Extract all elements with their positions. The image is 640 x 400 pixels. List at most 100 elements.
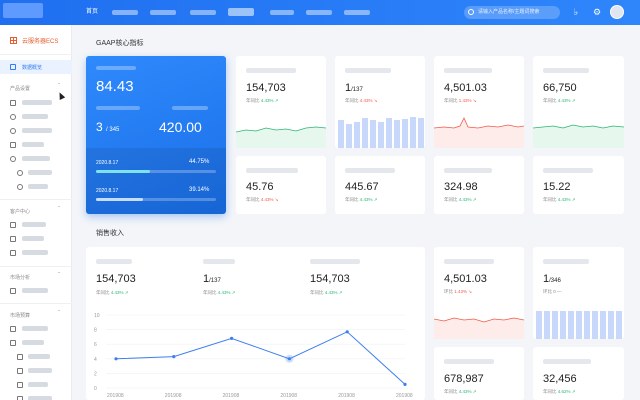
featured-amount: 420.00 [159,119,202,135]
featured-ratio: 3 / 345 [96,120,120,134]
kpi-value: 678,987 [444,373,484,385]
chevron-up-icon[interactable]: ˆ [58,84,60,90]
x-tick-label: 201908 [280,393,297,399]
chevron-up-icon[interactable]: ˆ [58,207,60,213]
sidebar-subitem-blurred[interactable] [28,382,48,387]
x-tick-label: 201908 [107,393,124,399]
kpi-value: 324.98 [444,181,478,193]
menu-icon [10,100,16,106]
kpi-card[interactable]: 4,501.03 年同比 1.43% ↘ [434,56,524,148]
product-title[interactable]: 云服务器ECS [10,36,58,45]
sidebar-item-blurred[interactable] [22,142,44,147]
sidebar-group-market-analysis[interactable]: 市场分析 [10,274,30,281]
nav-item-blurred[interactable] [306,10,332,15]
data-point[interactable] [403,382,407,386]
sparkline-area [533,124,624,148]
kpi-value: 15.22 [543,181,571,193]
sidebar-item-blurred[interactable] [22,100,52,105]
sidebar-item-blurred[interactable] [22,156,50,161]
sidebar-group-product-settings[interactable]: 产品设置 [10,85,30,92]
nav-home[interactable]: 首页 [86,0,98,25]
coin-icon [10,128,16,134]
sidebar-subitem-blurred[interactable] [28,368,52,373]
avatar[interactable] [610,5,624,19]
chevron-up-icon[interactable]: ˆ [58,273,60,279]
sub-item-icon [17,184,23,190]
data-point[interactable] [172,355,176,359]
nav-item-active[interactable] [228,8,254,16]
sidebar-item-blurred[interactable] [22,114,48,119]
kpi-card[interactable]: 324.98 年同比 4.43% ↗ [434,156,524,214]
side-kpi-card[interactable]: 1/346 环比 0 — [533,247,624,339]
users-icon [10,222,16,228]
kpi-card[interactable]: 1/137 年同比 4.43% ↘ [335,56,425,148]
divider [0,266,72,267]
sidebar-group-market-budget[interactable]: 市场预算 [10,312,30,319]
progress-bar-2 [96,198,216,201]
side-kpi-card[interactable]: 32,456 年同比 4.62% ↗ [533,347,624,400]
data-point[interactable] [230,336,234,340]
sub-item-icon [17,368,23,374]
data-point[interactable] [287,357,291,361]
nav-item-blurred[interactable] [190,10,216,15]
side-kpi-card[interactable]: 678,987 年同比 4.43% ↗ [434,347,524,400]
sidebar-item-blurred[interactable] [22,326,48,331]
y-tick-label: 0 [94,386,97,392]
side-kpi-card[interactable]: 4,501.03 环比 1.43% ↘ [434,247,524,339]
progress-bar-1-fill [96,170,150,173]
dashboard-icon [10,64,16,70]
nav-item-blurred[interactable] [270,10,294,15]
sales-chart-card[interactable]: 154,703 年同比 4.43% ↗ 1/137 年同比 4.43% ↗ 15… [86,247,425,400]
chevron-up-icon[interactable]: ˆ [58,311,60,317]
progress-2-date: 2020.8.17 [96,188,119,194]
sidebar-item-blurred[interactable] [22,222,46,227]
mini-bar-chart [536,311,622,339]
bell-icon[interactable]: ♭ [571,7,581,17]
y-tick-label: 8 [94,328,97,334]
sidebar-item-blurred[interactable] [22,288,48,293]
sidebar-subitem-blurred[interactable] [28,184,48,189]
search-icon [468,9,474,15]
circle-icon [10,114,16,120]
featured-main-value: 84.43 [96,78,134,95]
sidebar-subitem-blurred[interactable] [28,170,52,175]
sales-line-chart[interactable]: 0 2 4 6 8 10 201908 201908 201908 201908 201908 201… [86,247,425,400]
data-point[interactable] [114,357,118,361]
section-title-sales: 销售收入 [96,230,124,237]
sidebar-group-customer-center[interactable]: 客户中心 [10,208,30,215]
logo[interactable] [3,3,43,18]
series-line [115,331,406,385]
featured-kpi-card[interactable]: 84.43 3 / 345 420.00 2020.8.17 44.75% 20… [86,56,226,214]
sparkline-area [236,126,326,148]
y-tick-label: 10 [94,313,100,319]
nav-item-blurred[interactable] [150,10,176,15]
sub-item-icon [17,396,23,400]
top-navigation-bar: 首页 请输入产品名称/主题词搜索 ♭ ⚙ [0,0,640,25]
kpi-card[interactable]: 445.67 年同比 4.43% ↗ [335,156,425,214]
kpi-card[interactable]: 45.76 年同比 4.43% ↘ [236,156,326,214]
kpi-card[interactable]: 66,750 年同比 4.43% ↗ [533,56,624,148]
sidebar-subitem-blurred[interactable] [28,354,50,359]
sidebar-item-blurred[interactable] [22,128,52,133]
divider [0,199,72,200]
sidebar-item-blurred[interactable] [22,236,44,241]
sidebar-item-blurred[interactable] [22,250,48,255]
sidebar-subitem-blurred[interactable] [28,396,52,400]
gear-icon[interactable]: ⚙ [592,7,602,17]
data-point[interactable] [345,330,349,334]
sidebar-item-blurred[interactable] [22,340,44,345]
kpi-meta: 年同比 4.43% ↗ [444,197,477,202]
blurred-label [96,106,140,110]
kpi-card[interactable]: 15.22 年同比 4.43% ↗ [533,156,624,214]
share-icon [10,236,16,242]
y-tick-label: 6 [94,342,97,348]
nav-item-blurred[interactable] [112,10,138,15]
search-input[interactable]: 请输入产品名称/主题词搜索 [464,6,560,19]
sidebar: 云服务器ECS 数据概览 产品设置 ˆ 客户中心 ˆ 市场分析 ˆ 市场预算 ˆ [0,25,72,400]
section-title-gaap: GAAP核心指标 [96,40,144,47]
blurred-label [543,359,591,364]
progress-bar-1 [96,170,216,173]
kpi-meta: 年同比 4.43% ↘ [246,197,279,202]
kpi-card[interactable]: 154,703 年同比 4.43% ↗ [236,56,326,148]
nav-item-blurred[interactable] [344,10,370,15]
